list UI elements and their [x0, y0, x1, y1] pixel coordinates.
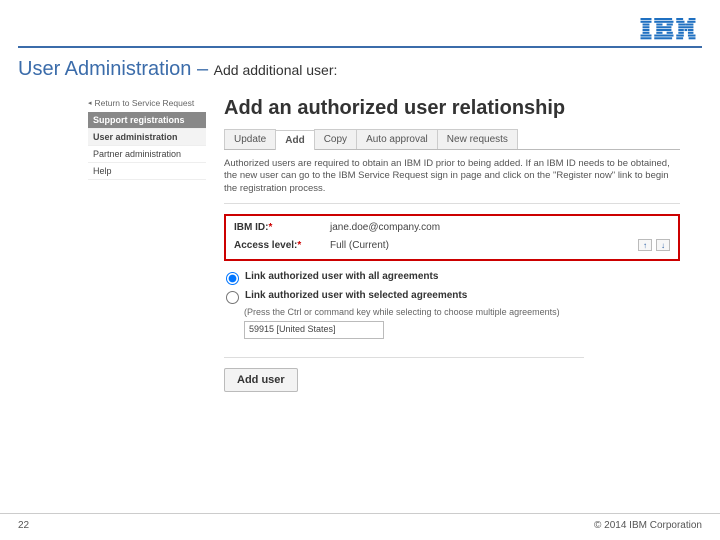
instruction-text: Authorized users are required to obtain …	[224, 158, 680, 195]
radio-link-selected-input[interactable]	[226, 291, 239, 304]
ibm-id-label: IBM ID:*	[234, 222, 330, 233]
access-level-row: Access level:* Full (Current) ↑ ↓	[234, 239, 670, 251]
access-level-label-text: Access level:	[234, 240, 297, 251]
ibm-id-row: IBM ID:* jane.doe@company.com	[234, 222, 670, 233]
add-user-button[interactable]: Add user	[224, 368, 298, 392]
link-options: Link authorized user with all agreements…	[226, 271, 680, 339]
tab-update[interactable]: Update	[224, 129, 276, 149]
ibm-id-value[interactable]: jane.doe@company.com	[330, 222, 670, 233]
chevron-left-icon: ◂	[88, 99, 92, 107]
arrow-up-icon[interactable]: ↑	[638, 239, 652, 251]
return-link[interactable]: ◂ Return to Service Request	[88, 98, 206, 108]
radio-link-selected-label: Link authorized user with selected agree…	[245, 290, 467, 301]
reorder-arrows: ↑ ↓	[638, 239, 670, 251]
slide-title-sub: Add additional user:	[214, 62, 338, 78]
agreements-list-item: 59915 [United States]	[249, 324, 336, 334]
sidebar-nav: ◂ Return to Service Request Support regi…	[88, 98, 206, 180]
slide-title: User Administration – Add additional use…	[18, 58, 337, 81]
sidebar-item-help[interactable]: Help	[88, 163, 206, 180]
agreements-listbox[interactable]: 59915 [United States]	[244, 321, 384, 339]
page-heading: Add an authorized user relationship	[224, 98, 680, 119]
divider	[224, 203, 680, 204]
return-link-label: Return to Service Request	[95, 98, 195, 108]
radio-link-all-label: Link authorized user with all agreements	[245, 271, 438, 282]
radio-selected-note: (Press the Ctrl or command key while sel…	[244, 307, 680, 317]
radio-link-all-input[interactable]	[226, 272, 239, 285]
access-level-value[interactable]: Full (Current)	[330, 240, 630, 251]
access-level-label: Access level:*	[234, 240, 330, 251]
slide: User Administration – Add additional use…	[0, 0, 720, 540]
tab-copy[interactable]: Copy	[314, 129, 357, 149]
sidebar-item-partner-admin[interactable]: Partner administration	[88, 146, 206, 163]
sidebar-item-user-admin[interactable]: User administration	[88, 129, 206, 146]
sidebar-header: Support registrations	[88, 112, 206, 129]
slide-title-main: User Administration –	[18, 58, 214, 80]
radio-link-all[interactable]: Link authorized user with all agreements	[226, 271, 680, 285]
header-rule	[18, 46, 702, 48]
form-highlight-box: IBM ID:* jane.doe@company.com Access lev…	[224, 214, 680, 261]
ibm-logo	[640, 18, 696, 45]
radio-link-selected[interactable]: Link authorized user with selected agree…	[226, 290, 680, 304]
required-asterisk: *	[297, 240, 301, 251]
tab-add[interactable]: Add	[275, 130, 314, 150]
footer-rule	[0, 513, 720, 514]
arrow-down-icon[interactable]: ↓	[656, 239, 670, 251]
tab-new-requests[interactable]: New requests	[437, 129, 518, 149]
page-number: 22	[18, 520, 29, 531]
required-asterisk: *	[268, 222, 272, 233]
ibm-logo-icon	[640, 18, 696, 40]
tab-bar: Update Add Copy Auto approval New reques…	[224, 129, 680, 150]
copyright: © 2014 IBM Corporation	[594, 520, 702, 531]
divider-bottom	[224, 357, 584, 358]
tab-auto-approval[interactable]: Auto approval	[356, 129, 438, 149]
ibm-id-label-text: IBM ID:	[234, 222, 268, 233]
main-panel: Add an authorized user relationship Upda…	[224, 98, 680, 392]
embedded-screenshot: ◂ Return to Service Request Support regi…	[88, 98, 680, 392]
slide-content: ◂ Return to Service Request Support regi…	[88, 98, 680, 392]
